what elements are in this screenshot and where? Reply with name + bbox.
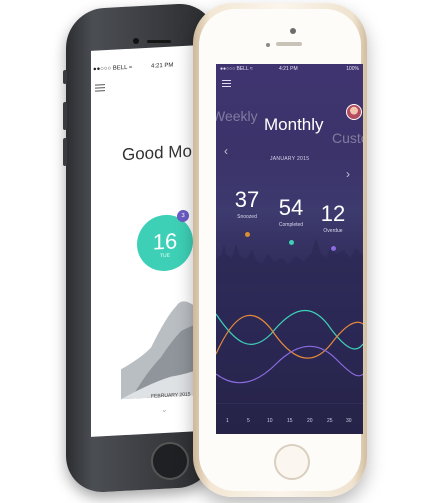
wave-completed (216, 310, 363, 350)
tab-weekly[interactable]: Weekly (216, 108, 258, 124)
front-phone-screen: ●●○○○ BELL ≈ 4:21 PM 100% Weekly Monthly… (216, 64, 363, 434)
back-phone-speaker (147, 40, 171, 43)
notification-badge: 3 (177, 209, 189, 223)
tab-monthly[interactable]: Monthly (264, 115, 324, 135)
month-label: JANUARY 2015 (270, 156, 310, 162)
volume-up-button (63, 101, 67, 131)
snoozed-label: Snoozed (237, 214, 257, 220)
axis-tick: 30 (346, 418, 352, 424)
front-phone-camera (290, 28, 296, 34)
hamburger-menu-icon[interactable] (95, 84, 105, 94)
stat-completed: 54 Completed (274, 196, 308, 245)
battery-label: 100% (346, 66, 359, 72)
completed-count: 54 (278, 195, 304, 220)
axis-tick: 5 (247, 418, 250, 424)
front-phone-sensor (266, 43, 270, 47)
wave-overdue (216, 345, 363, 384)
trend-waves-graph (216, 310, 363, 404)
back-status-bar: ●●○○○ BELL ≈ 4:21 PM (93, 60, 199, 76)
completed-label: Completed (278, 222, 304, 228)
next-month-icon[interactable]: › (346, 167, 350, 181)
day-axis: 1 5 10 15 20 25 30 (216, 414, 363, 430)
front-status-bar: ●●○○○ BELL ≈ 4:21 PM 100% (216, 66, 363, 76)
previous-month-icon[interactable]: ‹ (224, 144, 228, 158)
greeting-title: Good Morning (122, 139, 199, 165)
date-label: FEBRUARY 2015 (151, 391, 191, 400)
axis-tick: 20 (307, 418, 313, 424)
axis-tick: 25 (327, 418, 333, 424)
overdue-label: Overdue (323, 228, 343, 234)
back-phone-home-button (151, 442, 189, 480)
phones-mockup: ●●○○○ BELL ≈ 4:21 PM Good Morning 16 TUE… (0, 0, 422, 503)
tab-custom[interactable]: Custom (332, 130, 363, 146)
back-phone-screen: ●●○○○ BELL ≈ 4:21 PM Good Morning 16 TUE… (91, 45, 199, 437)
hamburger-menu-icon[interactable] (222, 80, 231, 89)
axis-tick: 1 (226, 418, 229, 424)
carrier-label: ●●○○○ BELL ≈ (220, 66, 253, 72)
completed-dot-icon (288, 240, 294, 245)
day-circle[interactable]: 16 TUE (137, 213, 193, 273)
chevron-down-icon[interactable]: ⌄ (161, 405, 168, 414)
snoozed-count: 37 (234, 187, 260, 212)
clock-label: 4:21 PM (151, 62, 174, 70)
stat-snoozed: 37 Snoozed (232, 188, 262, 237)
clock-label: 4:21 PM (279, 66, 298, 72)
stat-overdue: 12 Overdue (318, 202, 348, 251)
avatar[interactable] (346, 104, 362, 120)
axis-tick: 15 (287, 418, 293, 424)
wave-snoozed (216, 314, 363, 359)
snoozed-dot-icon (244, 232, 250, 237)
front-phone-speaker (276, 42, 302, 46)
back-phone-camera (133, 38, 139, 44)
carrier-label: ●●○○○ BELL ≈ (93, 64, 133, 73)
volume-down-button (63, 137, 67, 167)
front-phone-home-button (274, 444, 310, 480)
axis-tick: 10 (267, 418, 273, 424)
overdue-count: 12 (320, 201, 346, 226)
mountain-image (121, 294, 199, 400)
overdue-dot-icon (330, 246, 336, 251)
mute-switch (63, 69, 67, 85)
